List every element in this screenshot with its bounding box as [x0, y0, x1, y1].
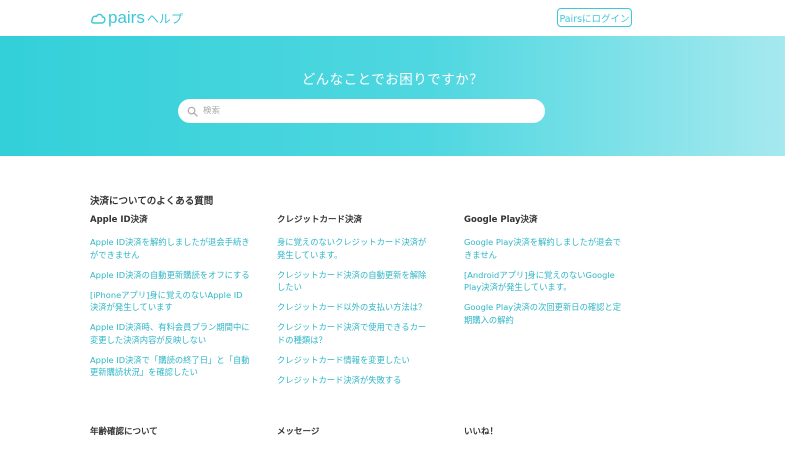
article-link[interactable]: クレジットカード決済が失敗する [277, 374, 432, 387]
section-title-payment: 決済についてのよくある質問 [90, 196, 214, 207]
hero-title: どんなことでお困りですか？ [301, 72, 484, 88]
logo-sub: ヘルプ [146, 11, 183, 26]
article-link[interactable]: クレジットカード決済の自動更新を解除したい [277, 269, 432, 294]
article-list-credit-card: 身に覚えのないクレジットカード決済が発生しています。 クレジットカード決済の自動… [277, 236, 432, 394]
category-age-verification[interactable]: 年齢確認について [90, 425, 158, 437]
article-link[interactable]: クレジットカード情報を変更したい [277, 354, 432, 367]
category-messages[interactable]: メッセージ [277, 425, 319, 437]
category-google-play[interactable]: Google Play決済 [464, 213, 538, 225]
article-link[interactable]: Apple ID決済で「購読の終了日」と「自動更新購読状況」を確認したい [90, 354, 250, 379]
article-link[interactable]: Apple ID決済を解約しましたが退会手続きができません [90, 236, 250, 261]
category-likes[interactable]: いいね！ [464, 425, 498, 437]
pairs-help-logo[interactable]: pairs ヘルプ [90, 8, 183, 28]
article-link[interactable]: クレジットカード決済で使用できるカードの種類は？ [277, 321, 432, 346]
search-icon [187, 105, 199, 117]
article-link[interactable]: [iPhoneアプリ]身に覚えのないApple ID決済が発生しています [90, 289, 250, 314]
article-list-apple-id: Apple ID決済を解約しましたが退会手続きができません Apple ID決済… [90, 236, 250, 386]
article-link[interactable]: クレジットカード以外の支払い方法は？ [277, 301, 432, 314]
hero-banner: どんなことでお困りですか？ [0, 36, 785, 156]
search-bar[interactable] [178, 99, 545, 123]
logo-text: pairs [108, 8, 145, 27]
article-list-google-play: Google Play決済を解約しましたが退会できません [Androidアプリ… [464, 236, 629, 334]
article-link[interactable]: Google Play決済を解約しましたが退会できません [464, 236, 629, 261]
article-link[interactable]: Apple ID決済の自動更新購読をオフにする [90, 269, 250, 282]
category-credit-card[interactable]: クレジットカード決済 [277, 213, 362, 225]
article-link[interactable]: [Androidアプリ]身に覚えのないGoogle Play決済が発生しています… [464, 269, 629, 294]
search-input[interactable] [203, 106, 523, 116]
header: pairs ヘルプ Pairsにログイン [0, 0, 785, 36]
article-link[interactable]: Google Play決済の次回更新日の確認と定期購入の解約 [464, 301, 629, 326]
category-apple-id[interactable]: Apple ID決済 [90, 213, 148, 225]
login-button[interactable]: Pairsにログイン [557, 8, 632, 27]
cloud-icon [90, 10, 106, 26]
article-link[interactable]: 身に覚えのないクレジットカード決済が発生しています。 [277, 236, 432, 261]
article-link[interactable]: Apple ID決済時、有料会員プラン期間中に変更した決済内容が反映しない [90, 321, 250, 346]
